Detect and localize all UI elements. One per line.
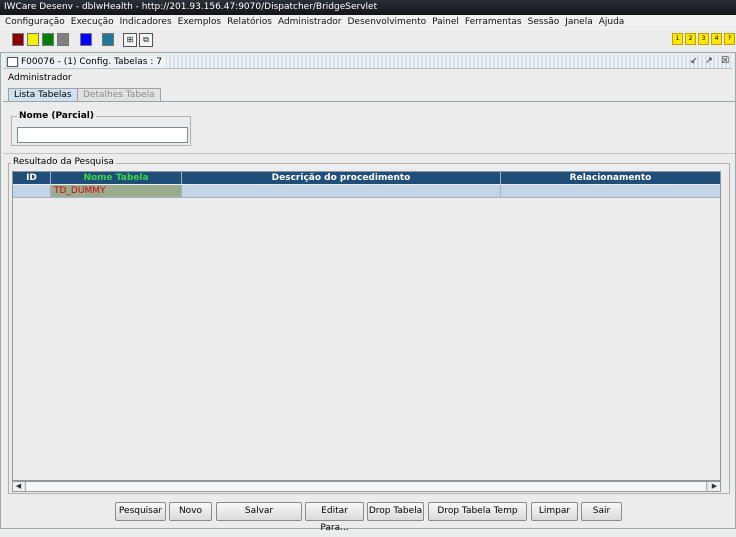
internal-frame: F00076 - (1) Config. Tabelas : 7 ↙ ↗ ☒ A… (0, 52, 736, 533)
sair-button[interactable]: Sair (581, 502, 622, 521)
menu-relatorios[interactable]: Relatórios (224, 15, 275, 30)
search-group-label: Nome (Parcial) (17, 111, 97, 121)
menu-configuracao[interactable]: Configuração (2, 15, 68, 30)
toolbar: ⊞ ⧉ (0, 30, 736, 50)
editar-para-button[interactable]: Editar Para... (305, 502, 364, 533)
shortcut-2[interactable]: 2 (685, 33, 696, 45)
tree-icon[interactable]: ⊞ (123, 33, 137, 47)
color-swatch-darkred[interactable] (12, 33, 24, 46)
shortcut-4[interactable]: 4 (711, 33, 722, 45)
column-header-descricao[interactable]: Descrição do procedimento (182, 172, 501, 184)
section-divider (3, 153, 735, 154)
scroll-left-icon[interactable]: ◀ (13, 482, 24, 491)
maximize-frame-icon[interactable]: ↗ (703, 56, 715, 68)
color-swatch-green[interactable] (42, 33, 54, 46)
minimize-frame-icon[interactable]: ↙ (688, 56, 700, 68)
menu-janela[interactable]: Janela (562, 15, 595, 30)
window-title: IWCare Desenv - dblwHealth - http://201.… (4, 2, 378, 12)
shortcut-3[interactable]: 3 (698, 33, 709, 45)
tab-divider (3, 101, 735, 102)
frame-title: F00076 - (1) Config. Tabelas : 7 (21, 56, 166, 68)
table-row[interactable]: TD_DUMMY (13, 185, 720, 198)
menu-sessao[interactable]: Sessão (525, 15, 563, 30)
cell-descricao[interactable] (182, 185, 501, 197)
horizontal-scrollbar[interactable]: ◀ ▶ (12, 481, 721, 492)
nome-parcial-input[interactable] (17, 127, 188, 143)
menu-indicadores[interactable]: Indicadores (117, 15, 175, 30)
color-swatch-yellow[interactable] (27, 33, 39, 46)
window-title-bar[interactable]: IWCare Desenv - dblwHealth - http://201.… (0, 0, 736, 15)
salvar-button[interactable]: Salvar (216, 502, 302, 521)
close-frame-icon[interactable]: ☒ (719, 56, 731, 68)
cell-nome-tabela[interactable]: TD_DUMMY (51, 185, 182, 197)
cell-id[interactable] (13, 185, 51, 197)
shortcut-help[interactable]: ? (724, 33, 735, 45)
menu-execucao[interactable]: Execução (68, 15, 117, 30)
windows-icon[interactable]: ⧉ (139, 33, 153, 47)
novo-button[interactable]: Novo (169, 502, 212, 521)
drop-tabela-temp-button[interactable]: Drop Tabela Temp (428, 502, 527, 521)
column-header-nome-tabela[interactable]: Nome Tabela (51, 172, 182, 184)
menu-bar: Configuração Execução Indicadores Exempl… (0, 15, 736, 30)
menu-exemplos[interactable]: Exemplos (175, 15, 224, 30)
shortcut-1[interactable]: 1 (672, 33, 683, 45)
menu-ferramentas[interactable]: Ferramentas (462, 15, 525, 30)
drop-tabela-button[interactable]: Drop Tabela (367, 502, 424, 521)
menu-administrador[interactable]: Administrador (275, 15, 345, 30)
frame-window-icon (7, 57, 18, 67)
tab-lista-tabelas[interactable]: Lista Tabelas (8, 88, 78, 102)
results-table[interactable]: ID Nome Tabela Descrição do procedimento… (12, 171, 721, 481)
cell-relacionamento[interactable] (501, 185, 720, 197)
column-header-relacionamento[interactable]: Relacionamento (501, 172, 720, 184)
color-swatch-blue[interactable] (80, 33, 92, 46)
menu-painel[interactable]: Painel (429, 15, 462, 30)
scroll-right-icon[interactable]: ▶ (709, 482, 720, 491)
pesquisar-button[interactable]: Pesquisar (115, 502, 166, 521)
limpar-button[interactable]: Limpar (531, 502, 578, 521)
breadcrumb: Administrador (8, 73, 72, 83)
frame-title-bar[interactable]: F00076 - (1) Config. Tabelas : 7 ↙ ↗ ☒ (3, 55, 733, 69)
menu-desenvolvimento[interactable]: Desenvolvimento (345, 15, 430, 30)
scrollbar-thumb[interactable] (25, 482, 707, 491)
menu-ajuda[interactable]: Ajuda (596, 15, 628, 30)
tab-detalhes-tabela[interactable]: Detalhes Tabela (77, 88, 161, 102)
results-group-label: Resultado da Pesquisa (11, 157, 116, 167)
color-swatch-teal[interactable] (102, 33, 114, 46)
column-header-id[interactable]: ID (13, 172, 51, 184)
color-swatch-gray[interactable] (57, 33, 69, 46)
